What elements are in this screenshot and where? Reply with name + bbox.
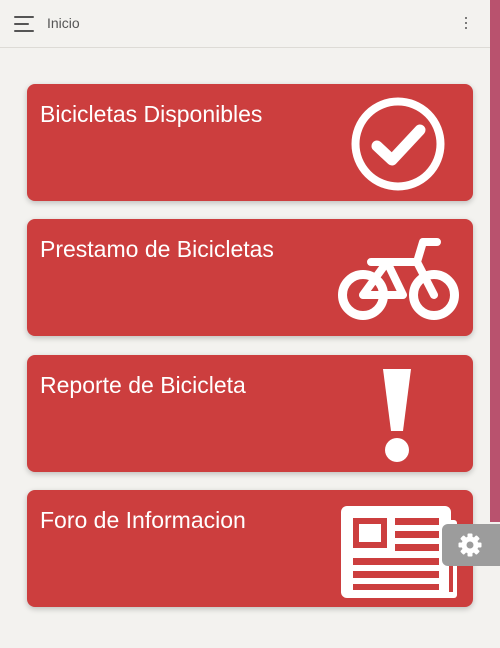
exclamation-icon <box>383 369 411 462</box>
card-prestamo-de-bicicletas[interactable]: Prestamo de Bicicletas <box>27 219 473 336</box>
card-label: Foro de Informacion <box>40 507 246 533</box>
check-circle-icon <box>351 97 445 191</box>
card-label: Reporte de Bicicleta <box>40 372 246 398</box>
card-bicicletas-disponibles[interactable]: Bicicletas Disponibles <box>27 84 473 201</box>
card-label: Bicicletas Disponibles <box>40 101 263 127</box>
page-title: Inicio <box>47 15 80 31</box>
card-foro-de-informacion[interactable]: Foro de Informacion <box>27 490 473 607</box>
bicycle-icon <box>338 238 459 320</box>
settings-tab[interactable] <box>442 524 500 566</box>
top-app-bar: Inicio <box>0 0 490 48</box>
more-vertical-icon[interactable] <box>462 14 470 32</box>
gear-icon[interactable] <box>458 533 482 557</box>
card-reporte-de-bicicleta[interactable]: Reporte de Bicicleta <box>27 355 473 472</box>
app-screen: Inicio Bicicletas Disponibles Prestamo d… <box>0 0 500 648</box>
hamburger-menu-icon[interactable] <box>14 15 36 33</box>
card-label: Prestamo de Bicicletas <box>40 236 274 262</box>
